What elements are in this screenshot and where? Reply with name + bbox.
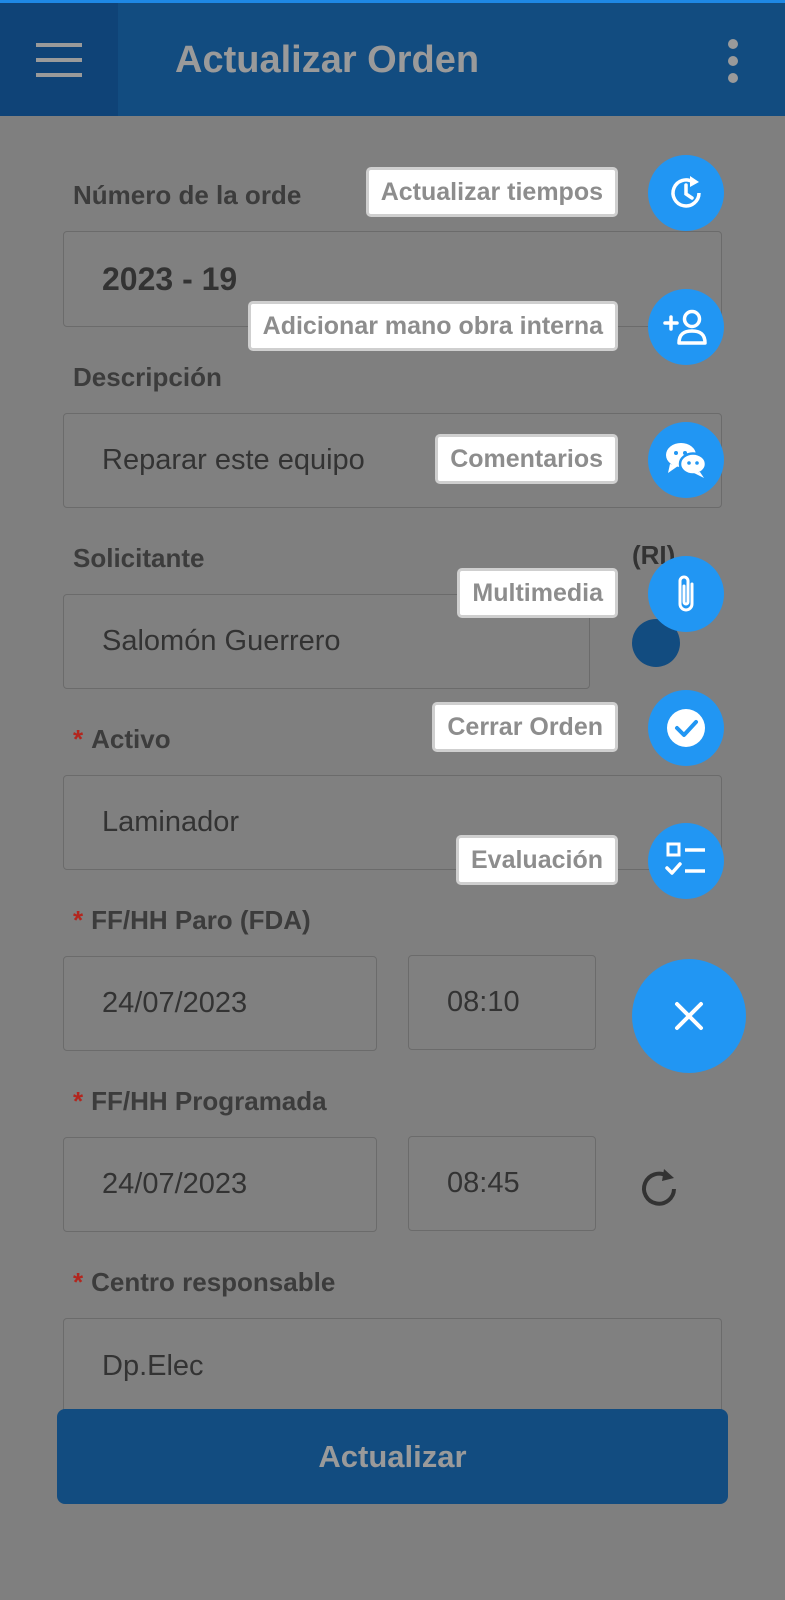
stop-date-value: 24/07/2023 — [102, 987, 248, 1019]
stop-time-value: 08:10 — [447, 986, 520, 1018]
update-button[interactable]: Actualizar — [57, 1409, 728, 1504]
asset-field[interactable]: Laminador — [63, 775, 722, 870]
requester-label: Solicitante — [73, 543, 205, 573]
scheduled-time-field[interactable]: 08:45 — [408, 1136, 596, 1231]
required-marker: * — [73, 905, 84, 935]
page-title: Actualizar Orden — [175, 39, 480, 81]
evaluation-button[interactable] — [648, 823, 724, 899]
checklist-icon — [665, 842, 705, 875]
multimedia-chip[interactable]: Multimedia — [457, 568, 618, 618]
close-icon — [675, 1002, 703, 1030]
comments-chip[interactable]: Comentarios — [435, 434, 618, 484]
update-times-button[interactable] — [648, 155, 724, 231]
menu-button[interactable] — [0, 3, 118, 116]
comments-button[interactable] — [648, 422, 724, 498]
required-marker: * — [73, 724, 84, 754]
responsible-center-value: Dp.Elec — [102, 1349, 204, 1382]
required-marker: * — [73, 1267, 84, 1297]
hamburger-menu-icon — [36, 42, 82, 77]
chat-icon — [666, 443, 708, 478]
close-order-button[interactable] — [648, 690, 724, 766]
multimedia-button[interactable] — [648, 556, 724, 632]
speed-dial-close-button[interactable] — [632, 959, 746, 1073]
add-internal-labor-button[interactable] — [648, 289, 724, 365]
scheduled-datetime-label: * FF/HH Programada — [73, 1086, 327, 1116]
asset-label: * Activo — [73, 724, 171, 754]
evaluation-chip[interactable]: Evaluación — [456, 835, 618, 885]
update-times-chip[interactable]: Actualizar tiempos — [365, 167, 618, 217]
responsible-center-label: * Centro responsable — [73, 1267, 336, 1297]
stop-time-field[interactable]: 08:10 — [408, 955, 596, 1050]
scheduled-date-field[interactable]: 24/07/2023 — [63, 1137, 377, 1232]
history-icon — [671, 176, 701, 208]
description-value: Reparar este equipo — [102, 444, 365, 476]
close-order-chip[interactable]: Cerrar Orden — [432, 702, 618, 752]
attachment-icon — [678, 575, 694, 612]
app-bar: Actualizar Orden — [0, 0, 785, 116]
scheduled-date-value: 24/07/2023 — [102, 1168, 248, 1200]
order-number-value: 2023 - 19 — [102, 260, 238, 297]
responsible-center-field[interactable]: Dp.Elec — [63, 1318, 722, 1413]
add-internal-labor-chip[interactable]: Adicionar mano obra interna — [247, 301, 618, 351]
more-vert-icon[interactable] — [723, 39, 743, 83]
check-circle-icon — [667, 709, 705, 747]
order-number-label: Número de la orde — [73, 180, 302, 210]
stop-date-field[interactable]: 24/07/2023 — [63, 956, 377, 1051]
scheduled-time-value: 08:45 — [447, 1167, 520, 1199]
required-marker: * — [73, 1086, 84, 1116]
asset-value: Laminador — [102, 806, 240, 838]
refresh-icon[interactable] — [636, 1166, 682, 1212]
requester-value: Salomón Guerrero — [102, 625, 341, 657]
add-person-icon — [663, 309, 707, 345]
description-field[interactable]: Reparar este equipo — [63, 413, 722, 508]
stop-datetime-label: * FF/HH Paro (FDA) — [73, 905, 311, 935]
description-label: Descripción — [73, 362, 222, 392]
